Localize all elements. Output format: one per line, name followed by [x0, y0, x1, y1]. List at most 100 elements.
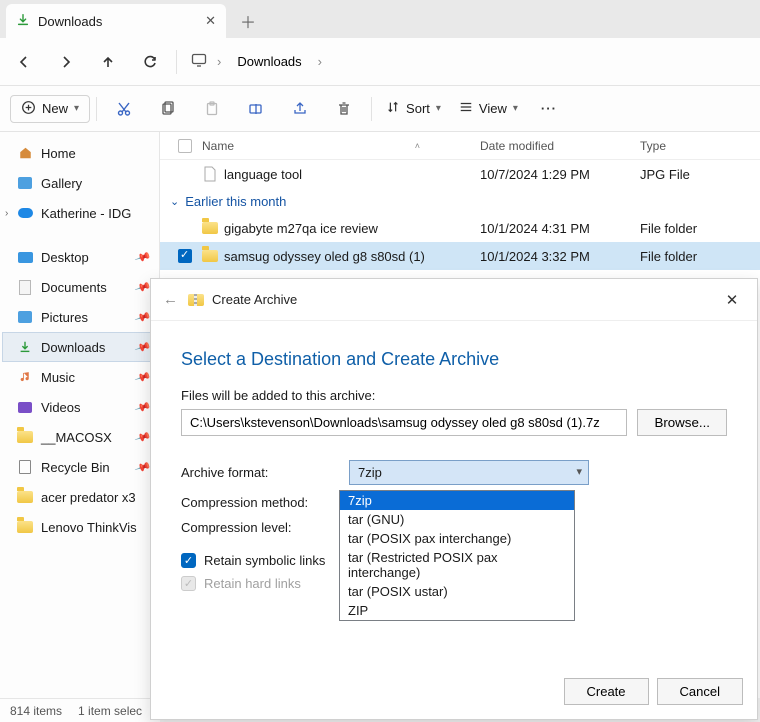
row-checkbox[interactable]: [178, 249, 192, 263]
status-selected: 1 item selec: [78, 704, 142, 718]
format-label: Archive format:: [181, 465, 341, 480]
chevron-right-icon[interactable]: ›: [5, 208, 8, 219]
chevron-down-icon: ▾: [513, 103, 518, 114]
archive-path-input[interactable]: [181, 409, 627, 436]
sort-button[interactable]: Sort ▾: [378, 100, 449, 117]
sidebar-item-recycle[interactable]: Recycle Bin📌: [2, 452, 157, 482]
new-tab-button[interactable]: ＋: [236, 5, 260, 37]
back-button[interactable]: [4, 44, 44, 80]
dialog-header: ← Create Archive ✕: [151, 279, 757, 321]
dropdown-option[interactable]: ZIP: [340, 601, 574, 620]
forward-button[interactable]: [46, 44, 86, 80]
cut-button[interactable]: [103, 92, 145, 126]
sidebar-item-music[interactable]: Music📌: [2, 362, 157, 392]
column-headers[interactable]: Name˄ Date modified Type: [160, 132, 760, 160]
browse-button[interactable]: Browse...: [637, 409, 727, 436]
sidebar-item-label: Music: [41, 370, 75, 385]
sidebar-item-label: Documents: [41, 280, 107, 295]
dropdown-option[interactable]: tar (POSIX ustar): [340, 582, 574, 601]
sidebar-item-label: Home: [41, 146, 76, 161]
dialog-footer: Create Cancel: [151, 668, 757, 719]
close-tab-icon[interactable]: ✕: [205, 13, 216, 29]
sidebar-item-folder[interactable]: acer predator x3: [2, 482, 157, 512]
dropdown-option[interactable]: tar (POSIX pax interchange): [340, 529, 574, 548]
file-row[interactable]: language tool 10/7/2024 1:29 PM JPG File: [160, 160, 760, 188]
pictures-icon: [17, 309, 33, 325]
sort-icon: [386, 100, 400, 117]
document-icon: [17, 279, 33, 295]
view-button[interactable]: View ▾: [451, 100, 526, 117]
refresh-button[interactable]: [130, 44, 170, 80]
file-name: gigabyte m27qa ice review: [224, 221, 378, 236]
select-all-checkbox[interactable]: [178, 139, 192, 153]
sidebar-item-documents[interactable]: Documents📌: [2, 272, 157, 302]
tab-bar: Downloads ✕ ＋: [0, 0, 760, 38]
dialog-crumb: Create Archive: [212, 292, 297, 307]
cancel-button[interactable]: Cancel: [657, 678, 743, 705]
new-label: New: [42, 101, 68, 116]
file-row[interactable]: gigabyte m27qa ice review 10/1/2024 4:31…: [160, 214, 760, 242]
gallery-icon: [17, 175, 33, 191]
sidebar-item-onedrive[interactable]: › Katherine - IDG: [2, 198, 157, 228]
sidebar-item-label: __MACOSX: [41, 430, 112, 445]
more-button[interactable]: ···: [528, 92, 570, 126]
sidebar-item-videos[interactable]: Videos📌: [2, 392, 157, 422]
tab-downloads[interactable]: Downloads ✕: [6, 4, 226, 38]
sidebar-item-label: Pictures: [41, 310, 88, 325]
sidebar-item-label: Downloads: [41, 340, 105, 355]
nav-bar: › Downloads ›: [0, 38, 760, 86]
plus-circle-icon: [21, 100, 36, 118]
tab-label: Downloads: [38, 14, 197, 29]
checkbox-icon: ✓: [181, 553, 196, 568]
dialog-heading: Select a Destination and Create Archive: [181, 349, 727, 370]
close-button[interactable]: ✕: [719, 287, 745, 313]
video-icon: [17, 399, 33, 415]
back-icon[interactable]: ←: [163, 291, 178, 308]
address-bar[interactable]: › Downloads ›: [183, 50, 322, 73]
breadcrumb-current[interactable]: Downloads: [231, 50, 307, 73]
file-row[interactable]: samsug odyssey oled g8 s80sd (1) 10/1/20…: [160, 242, 760, 270]
sidebar-item-label: Recycle Bin: [41, 460, 110, 475]
chevron-right-icon: ›: [217, 54, 221, 69]
music-icon: [17, 369, 33, 385]
group-label: Earlier this month: [185, 194, 286, 209]
group-header[interactable]: ⌄Earlier this month: [160, 188, 760, 214]
file-name: samsug odyssey oled g8 s80sd (1): [224, 249, 425, 264]
chevron-right-icon: ›: [318, 54, 322, 69]
file-type: JPG File: [640, 167, 760, 182]
sidebar-item-label: Lenovo ThinkVis: [41, 520, 137, 535]
sidebar-item-pictures[interactable]: Pictures📌: [2, 302, 157, 332]
checkbox-icon: ✓: [181, 576, 196, 591]
archive-format-select[interactable]: 7zip: [349, 460, 589, 485]
dropdown-option[interactable]: tar (GNU): [340, 510, 574, 529]
delete-button[interactable]: [323, 92, 365, 126]
dropdown-option[interactable]: 7zip: [340, 491, 574, 510]
download-icon: [16, 13, 30, 30]
path-label: Files will be added to this archive:: [181, 388, 727, 403]
monitor-icon: [191, 52, 207, 71]
up-button[interactable]: [88, 44, 128, 80]
copy-button[interactable]: [147, 92, 189, 126]
sidebar-item-gallery[interactable]: Gallery: [2, 168, 157, 198]
separator: [371, 97, 372, 121]
sidebar-item-home[interactable]: Home: [2, 138, 157, 168]
file-name: language tool: [224, 167, 302, 182]
sidebar-item-label: Katherine - IDG: [41, 206, 131, 221]
rename-button[interactable]: [235, 92, 277, 126]
paste-button[interactable]: [191, 92, 233, 126]
sidebar-item-downloads[interactable]: Downloads📌: [2, 332, 157, 362]
new-button[interactable]: New ▾: [10, 95, 90, 123]
sidebar-item-label: Gallery: [41, 176, 82, 191]
sidebar-item-folder[interactable]: __MACOSX📌: [2, 422, 157, 452]
sidebar-item-folder[interactable]: Lenovo ThinkVis: [2, 512, 157, 542]
status-bar: 814 items 1 item selec: [0, 698, 160, 722]
view-label: View: [479, 101, 507, 116]
desktop-icon: [17, 249, 33, 265]
separator: [96, 97, 97, 121]
share-button[interactable]: [279, 92, 321, 126]
dropdown-option[interactable]: tar (Restricted POSIX pax interchange): [340, 548, 574, 582]
create-button[interactable]: Create: [564, 678, 649, 705]
sidebar-item-desktop[interactable]: Desktop📌: [2, 242, 157, 272]
status-items: 814 items: [10, 704, 62, 718]
format-dropdown: 7zip tar (GNU) tar (POSIX pax interchang…: [339, 490, 575, 621]
